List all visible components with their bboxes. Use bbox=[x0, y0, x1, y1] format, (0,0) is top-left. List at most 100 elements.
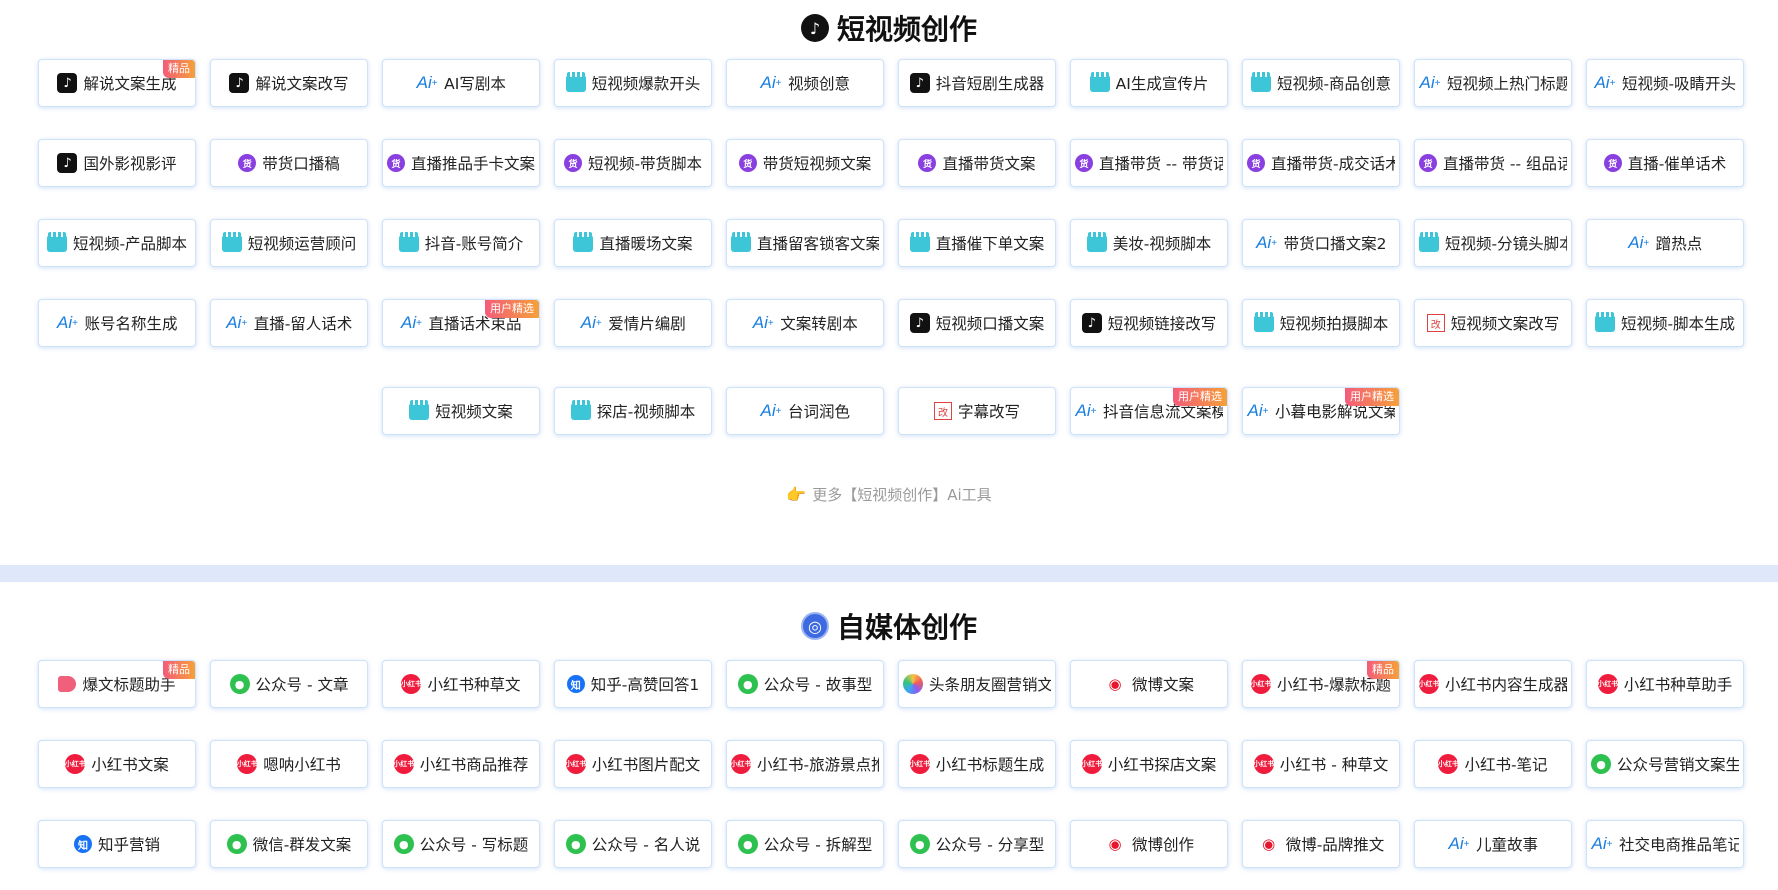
tool-tile[interactable]: 小红书 小红书探店文案 bbox=[1070, 740, 1228, 788]
tool-tile[interactable]: Ai + AI写剧本 bbox=[382, 59, 540, 107]
tool-tile[interactable]: 短视频文案 bbox=[382, 387, 540, 435]
tool-tile[interactable]: 货直播带货 -- 带货话 bbox=[1070, 139, 1228, 187]
tool-tile[interactable]: 短视频拍摄脚本 bbox=[1242, 299, 1400, 347]
tool-tile[interactable]: Ai + 文案转剧本 bbox=[726, 299, 884, 347]
tool-tile[interactable]: 改短视频文案改写 bbox=[1414, 299, 1572, 347]
tool-tile[interactable]: 货直播带货-成交话术 bbox=[1242, 139, 1400, 187]
tool-tile[interactable]: ● 公众号营销文案生 bbox=[1586, 740, 1744, 788]
tool-tile[interactable]: 小红书 小红书内容生成器 bbox=[1414, 660, 1572, 708]
tool-tile[interactable]: 货直播推品手卡文案 bbox=[382, 139, 540, 187]
tool-tile[interactable]: 小红书 小红书文案 bbox=[38, 740, 196, 788]
tool-tile[interactable]: 小红书 嗯呐小红书 bbox=[210, 740, 368, 788]
tool-tile[interactable]: Ai + 小暮电影解说文案 用户精选 bbox=[1242, 387, 1400, 435]
tool-tile[interactable]: ● 公众号 - 拆解型 bbox=[726, 820, 884, 868]
tool-tile[interactable]: 短视频-分镜头脚本 bbox=[1414, 219, 1572, 267]
tool-tile[interactable]: ● 公众号 - 名人说 bbox=[554, 820, 712, 868]
tool-tile[interactable]: ● 公众号 - 文章 bbox=[210, 660, 368, 708]
tool-tile[interactable]: Ai + 台词润色 bbox=[726, 387, 884, 435]
tool-tile[interactable]: 短视频-产品脚本 bbox=[38, 219, 196, 267]
tool-tile[interactable]: 小红书 小红书商品推荐 bbox=[382, 740, 540, 788]
xiaohongshu-icon: 小红书 bbox=[1253, 754, 1274, 774]
tool-tile[interactable]: Ai + 直播话术束品 用户精选 bbox=[382, 299, 540, 347]
tool-tile[interactable]: Ai + 视频创意 bbox=[726, 59, 884, 107]
tool-label: 抖音-账号简介 bbox=[424, 235, 524, 253]
tiktok-icon: ♪ bbox=[909, 313, 930, 333]
tool-tile[interactable]: 抖音-账号简介 bbox=[382, 219, 540, 267]
goods-icon: 货 bbox=[238, 154, 257, 172]
tool-tile[interactable]: 美妆-视频脚本 bbox=[1070, 219, 1228, 267]
tool-tile[interactable]: 小红书 小红书 - 种草文 bbox=[1242, 740, 1400, 788]
tool-label: 公众号 - 故事型 bbox=[763, 676, 873, 694]
tool-tile[interactable]: ♪ 解说文案生成 精品 bbox=[38, 59, 196, 107]
tool-tile[interactable]: ● 公众号 - 分享型 bbox=[898, 820, 1056, 868]
tool-tile[interactable]: ♪ 国外影视影评 bbox=[38, 139, 196, 187]
tool-tile[interactable]: 小红书 小红书-爆款标题 精品 bbox=[1242, 660, 1400, 708]
tool-tile[interactable]: 爆文标题助手 精品 bbox=[38, 660, 196, 708]
tool-tile[interactable]: 货直播带货 -- 组品话 bbox=[1414, 139, 1572, 187]
tool-tile[interactable]: 小红书 小红书-旅游景点推 bbox=[726, 740, 884, 788]
tool-tile[interactable]: ● 公众号 - 写标题 bbox=[382, 820, 540, 868]
tool-tile[interactable]: ● 微信-群发文案 bbox=[210, 820, 368, 868]
tool-tile[interactable]: 知知乎营销 bbox=[38, 820, 196, 868]
tool-tile[interactable]: ● 公众号 - 故事型 bbox=[726, 660, 884, 708]
featured-badge: 用户精选 bbox=[1345, 388, 1399, 406]
xiaohongshu-icon: 小红书 bbox=[1597, 674, 1618, 694]
tool-tile[interactable]: 小红书 小红书标题生成 bbox=[898, 740, 1056, 788]
tool-tile[interactable]: 短视频运营顾问 bbox=[210, 219, 368, 267]
tool-tile[interactable]: ♪ 解说文案改写 bbox=[210, 59, 368, 107]
tool-tile[interactable]: 直播催下单文案 bbox=[898, 219, 1056, 267]
subtitle-icon: 改 bbox=[933, 402, 952, 420]
tool-tile[interactable]: ♪ 短视频口播文案 bbox=[898, 299, 1056, 347]
tool-tile[interactable]: 小红书 小红书种草文 bbox=[382, 660, 540, 708]
tool-tile[interactable]: Ai + 短视频上热门标题 bbox=[1414, 59, 1572, 107]
tool-tile[interactable]: Ai + 账号名称生成 bbox=[38, 299, 196, 347]
tool-tile[interactable]: ◉ 微博-品牌推文 bbox=[1242, 820, 1400, 868]
tool-tile[interactable]: 货带货短视频文案 bbox=[726, 139, 884, 187]
zhihu-icon: 知 bbox=[566, 675, 585, 693]
tool-tile[interactable]: Ai + 短视频-吸睛开头 bbox=[1586, 59, 1744, 107]
more-video-tools-link[interactable]: 👉 更多【短视频创作】Ai工具 bbox=[0, 484, 1778, 505]
tool-tile[interactable]: Ai + 抖音信息流文案模 用户精选 bbox=[1070, 387, 1228, 435]
tool-label: 直播带货 -- 带货话 bbox=[1099, 155, 1223, 173]
tool-tile[interactable]: 小红书 小红书种草助手 bbox=[1586, 660, 1744, 708]
tool-tile[interactable]: 货短视频-带货脚本 bbox=[554, 139, 712, 187]
tool-tile[interactable]: Ai + 社交电商推品笔记 bbox=[1586, 820, 1744, 868]
xiaohongshu-icon: 小红书 bbox=[731, 754, 752, 774]
tool-tile[interactable]: 货直播带货文案 bbox=[898, 139, 1056, 187]
tool-tile[interactable]: 探店-视频脚本 bbox=[554, 387, 712, 435]
tool-tile[interactable]: 短视频-商品创意 bbox=[1242, 59, 1400, 107]
tool-tile[interactable]: 小红书 小红书图片配文 bbox=[554, 740, 712, 788]
tool-tile[interactable]: 短视频-脚本生成 bbox=[1586, 299, 1744, 347]
tool-tile[interactable]: 小红书 小红书-笔记 bbox=[1414, 740, 1572, 788]
tool-tile[interactable]: 直播留客锁客文案 bbox=[726, 219, 884, 267]
clapperboard-icon bbox=[909, 231, 930, 252]
tool-label: AI写剧本 bbox=[444, 75, 506, 93]
tool-tile[interactable]: Ai + 带货口播文案2 bbox=[1242, 219, 1400, 267]
tool-tile[interactable]: 知知乎-高赞回答1 bbox=[554, 660, 712, 708]
tool-tile[interactable]: ♪ 短视频链接改写 bbox=[1070, 299, 1228, 347]
tool-tile[interactable]: 改字幕改写 bbox=[898, 387, 1056, 435]
ai-sparkle-icon: Ai + bbox=[401, 313, 422, 332]
tool-label: 小红书种草助手 bbox=[1623, 676, 1733, 694]
subtitle-icon: 改 bbox=[1426, 314, 1445, 332]
tool-tile[interactable]: 货直播-催单话术 bbox=[1586, 139, 1744, 187]
tool-tile[interactable]: AI生成宣传片 bbox=[1070, 59, 1228, 107]
tool-tile[interactable]: Ai + 爱情片编剧 bbox=[554, 299, 712, 347]
tool-label: 短视频-商品创意 bbox=[1276, 75, 1392, 93]
tool-tile[interactable]: 头条朋友圈营销文 bbox=[898, 660, 1056, 708]
tool-label: 公众号 - 文章 bbox=[255, 676, 349, 694]
tool-tile[interactable]: 直播暖场文案 bbox=[554, 219, 712, 267]
tool-tile[interactable]: Ai + 蹭热点 bbox=[1586, 219, 1744, 267]
tool-label: 直播催下单文案 bbox=[935, 235, 1045, 253]
tool-tile[interactable]: ♪ 抖音短剧生成器 bbox=[898, 59, 1056, 107]
clapperboard-icon bbox=[570, 399, 591, 420]
tool-tile[interactable]: 货带货口播稿 bbox=[210, 139, 368, 187]
tool-tile[interactable]: Ai + 直播-留人话术 bbox=[210, 299, 368, 347]
tool-tile[interactable]: 短视频爆款开头 bbox=[554, 59, 712, 107]
tag-icon bbox=[58, 676, 77, 692]
xiaohongshu-icon: 小红书 bbox=[401, 674, 422, 694]
tool-tile[interactable]: ◉ 微博文案 bbox=[1070, 660, 1228, 708]
ai-sparkle-icon: Ai + bbox=[760, 401, 782, 420]
tool-tile[interactable]: Ai + 儿童故事 bbox=[1414, 820, 1572, 868]
tool-tile[interactable]: ◉ 微博创作 bbox=[1070, 820, 1228, 868]
